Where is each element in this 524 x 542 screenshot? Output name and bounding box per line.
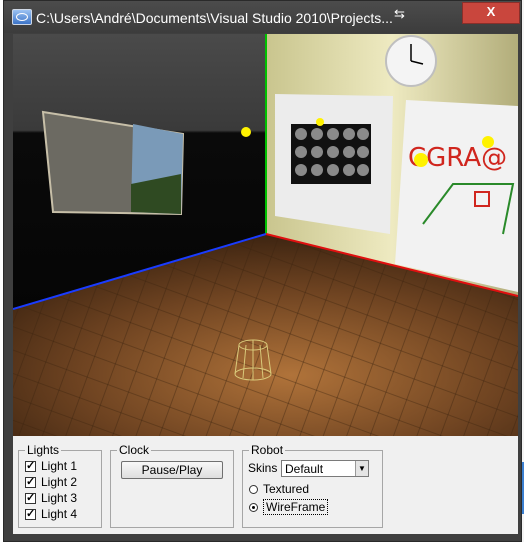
- light-2-checkbox[interactable]: Light 2: [25, 475, 77, 489]
- skins-select-value: Default: [285, 462, 324, 476]
- radio-icon[interactable]: [249, 484, 258, 494]
- sphere-marks: [295, 128, 369, 176]
- light-3-label: Light 3: [41, 491, 78, 505]
- radio-selected-icon[interactable]: [249, 502, 258, 512]
- light-4-checkbox[interactable]: Light 4: [25, 507, 77, 521]
- light-source-2: [316, 118, 324, 126]
- snap-arrows-icon: ⇆: [394, 6, 405, 21]
- window-title: C:\Users\André\Documents\Visual Studio 2…: [36, 10, 393, 26]
- clock-group-title: Clock: [117, 443, 152, 457]
- light-1-checkbox[interactable]: Light 1: [25, 459, 77, 473]
- check-icon[interactable]: [25, 491, 36, 504]
- light-1-label: Light 1: [41, 459, 78, 473]
- app-icon: [12, 9, 32, 25]
- wireframe-radio[interactable]: WireFrame: [249, 499, 329, 515]
- textured-radio[interactable]: Textured: [249, 482, 309, 496]
- light-3-checkbox[interactable]: Light 3: [25, 491, 77, 505]
- skins-select[interactable]: Default ▼: [281, 460, 369, 477]
- light-source-1: [241, 127, 251, 137]
- title-bar[interactable]: C:\Users\André\Documents\Visual Studio 2…: [4, 1, 521, 33]
- poster-cgra: [395, 100, 518, 292]
- wireframe-label: WireFrame: [263, 499, 329, 515]
- 3d-viewport[interactable]: CGRA@: [13, 34, 518, 436]
- light-source-4: [482, 136, 494, 148]
- control-panel: Lights Light 1 Light 2 Light 3 Light 4 C…: [13, 436, 518, 534]
- lights-group: Lights Light 1 Light 2 Light 3 Light 4: [18, 443, 102, 528]
- app-window: C:\Users\André\Documents\Visual Studio 2…: [3, 0, 522, 542]
- robot-group: Robot Skins Default ▼ Textured WireFrame: [242, 443, 383, 528]
- check-icon[interactable]: [25, 459, 36, 472]
- pause-play-button[interactable]: Pause/Play: [121, 461, 223, 479]
- textured-label: Textured: [263, 482, 310, 496]
- check-icon[interactable]: [25, 507, 36, 520]
- robot-group-title: Robot: [249, 443, 286, 457]
- light-2-label: Light 2: [41, 475, 78, 489]
- close-icon: X: [486, 4, 496, 19]
- light-4-label: Light 4: [41, 507, 78, 521]
- check-icon[interactable]: [25, 475, 36, 488]
- light-source-3: [414, 153, 428, 167]
- chevron-down-icon[interactable]: ▼: [355, 461, 368, 476]
- skins-label: Skins: [248, 461, 278, 475]
- lights-group-title: Lights: [25, 443, 62, 457]
- scene-canvas: CGRA@: [13, 34, 518, 436]
- clock-group: Clock Pause/Play: [110, 443, 234, 528]
- close-button[interactable]: X: [462, 2, 520, 24]
